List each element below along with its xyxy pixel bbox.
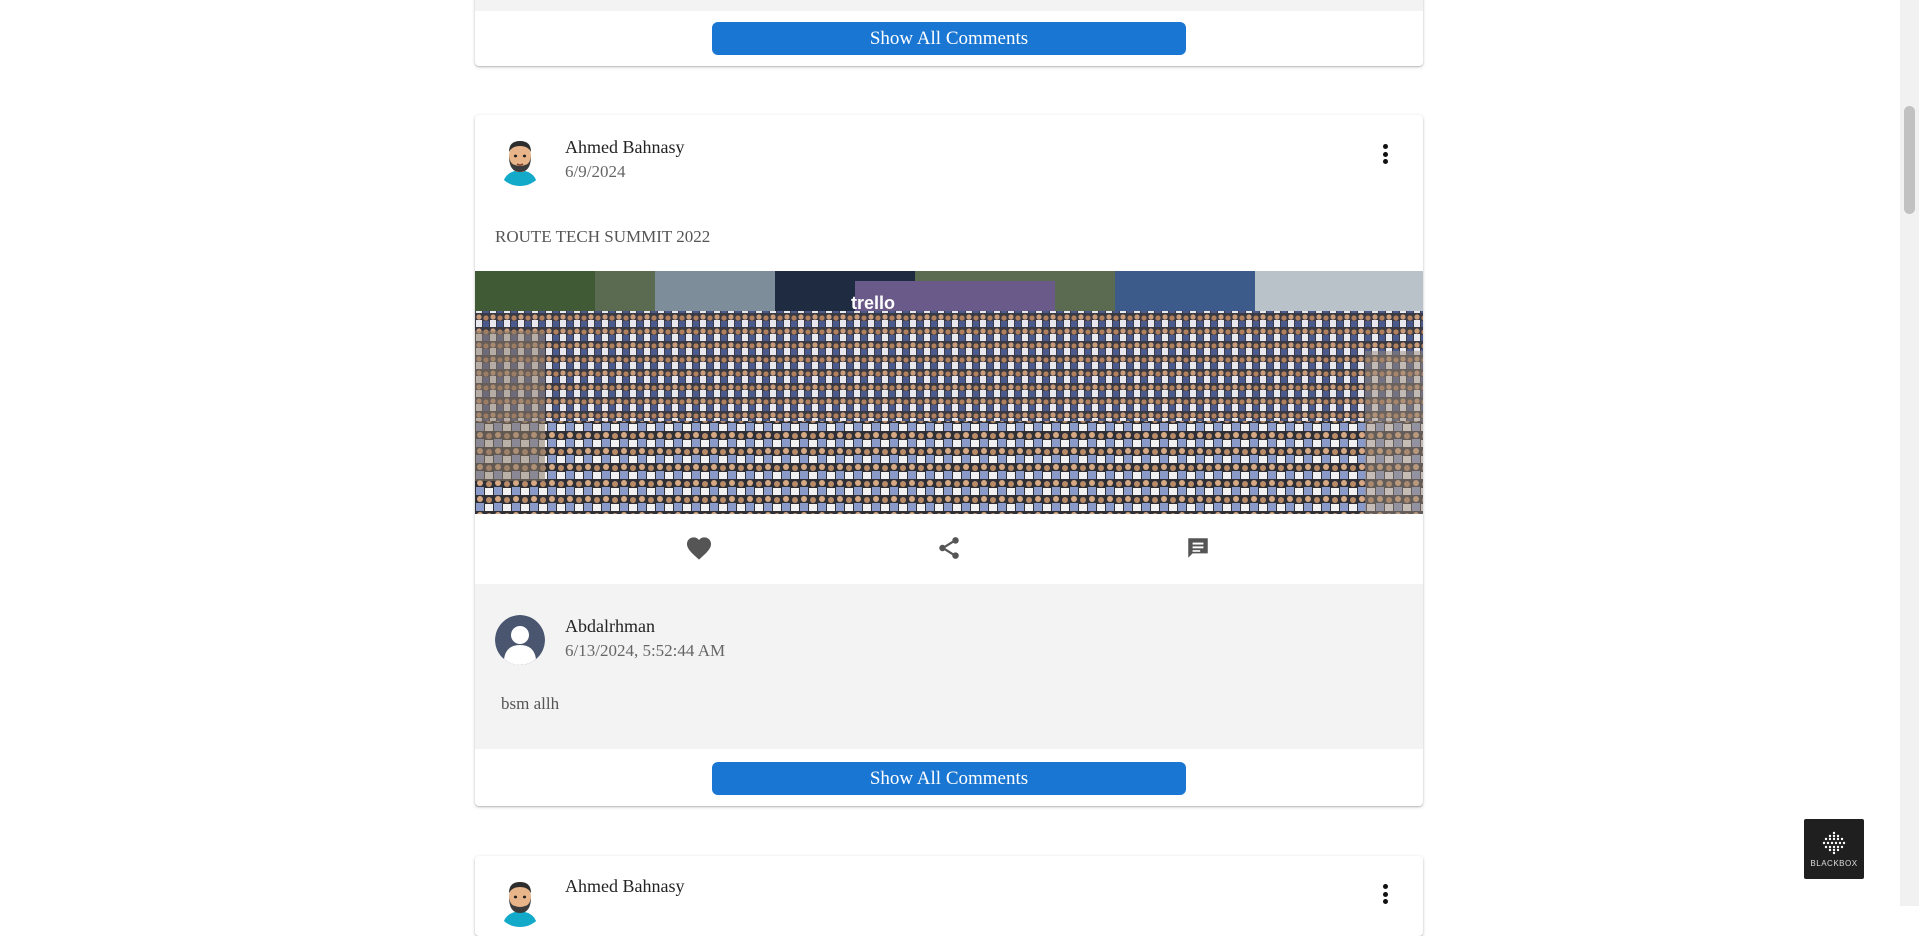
- post-author-name[interactable]: Ahmed Bahnasy: [565, 137, 684, 158]
- blackbox-label: BLACKBOX: [1810, 859, 1858, 868]
- blackbox-logo-icon: [1822, 831, 1846, 855]
- like-button[interactable]: [683, 532, 715, 564]
- share-icon: [939, 537, 959, 559]
- post-card: Show All Comments: [475, 0, 1423, 66]
- post-image[interactable]: trello: [475, 271, 1423, 514]
- show-all-comments-button[interactable]: Show All Comments: [712, 762, 1186, 795]
- dots-vertical-icon: [1382, 884, 1388, 889]
- author-avatar[interactable]: [495, 136, 545, 186]
- comment-area: [475, 0, 1423, 11]
- svg-text:trello: trello: [851, 293, 895, 313]
- share-button[interactable]: [933, 532, 965, 564]
- comment-date: 6/13/2024, 5:52:44 AM: [565, 641, 726, 660]
- comment-item: Abdalrhman 6/13/2024, 5:52:44 AM bsm all…: [475, 584, 1423, 749]
- heart-icon: [686, 537, 712, 560]
- comment-text: bsm allh: [501, 694, 560, 713]
- comment-button[interactable]: [1182, 532, 1214, 564]
- post-actions-bar: [475, 514, 1423, 582]
- show-all-comments-button[interactable]: Show All Comments: [712, 22, 1186, 55]
- blackbox-widget[interactable]: BLACKBOX: [1804, 819, 1864, 879]
- post-text: ROUTE TECH SUMMIT 2022: [495, 227, 711, 246]
- comment-icon: [1188, 538, 1208, 558]
- post-card: Ahmed Bahnasy: [475, 856, 1423, 936]
- default-user-avatar: [495, 615, 545, 665]
- author-avatar[interactable]: [495, 877, 545, 927]
- post-options-button[interactable]: [1375, 140, 1395, 168]
- scrollbar-thumb[interactable]: [1904, 106, 1915, 214]
- post-date: 6/9/2024: [565, 162, 626, 181]
- comment-author-name[interactable]: Abdalrhman: [565, 616, 655, 637]
- post-card: Ahmed Bahnasy 6/9/2024 ROUTE TECH SUMMIT…: [475, 115, 1423, 806]
- post-options-button[interactable]: [1375, 880, 1395, 908]
- page-scrollbar[interactable]: [1900, 0, 1919, 906]
- dots-vertical-icon: [1382, 144, 1388, 149]
- post-author-name[interactable]: Ahmed Bahnasy: [565, 876, 684, 897]
